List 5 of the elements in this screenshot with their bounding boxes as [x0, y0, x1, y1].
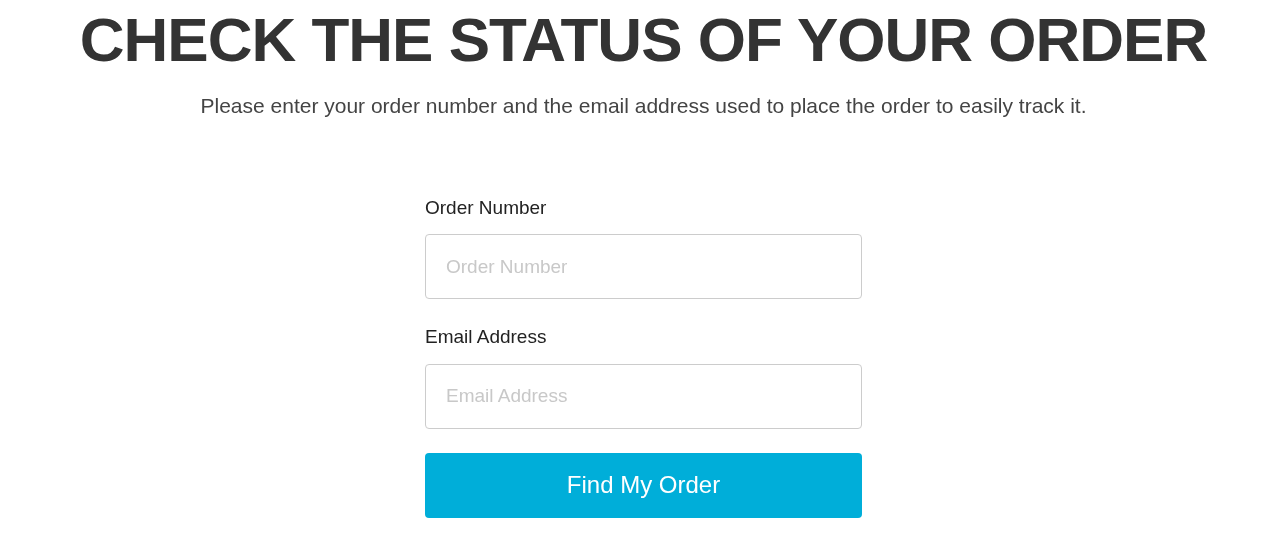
field-label: Order Number [425, 195, 547, 220]
page-heading: CHECK THE STATUS OF YOUR ORDER [79, 4, 1208, 76]
field-label: Email Address [425, 325, 547, 349]
intro-text: Please enter your order number and the email address used to place the order to easily track it. [200, 93, 1087, 119]
find-order-button[interactable]: Find My Order [425, 452, 862, 518]
